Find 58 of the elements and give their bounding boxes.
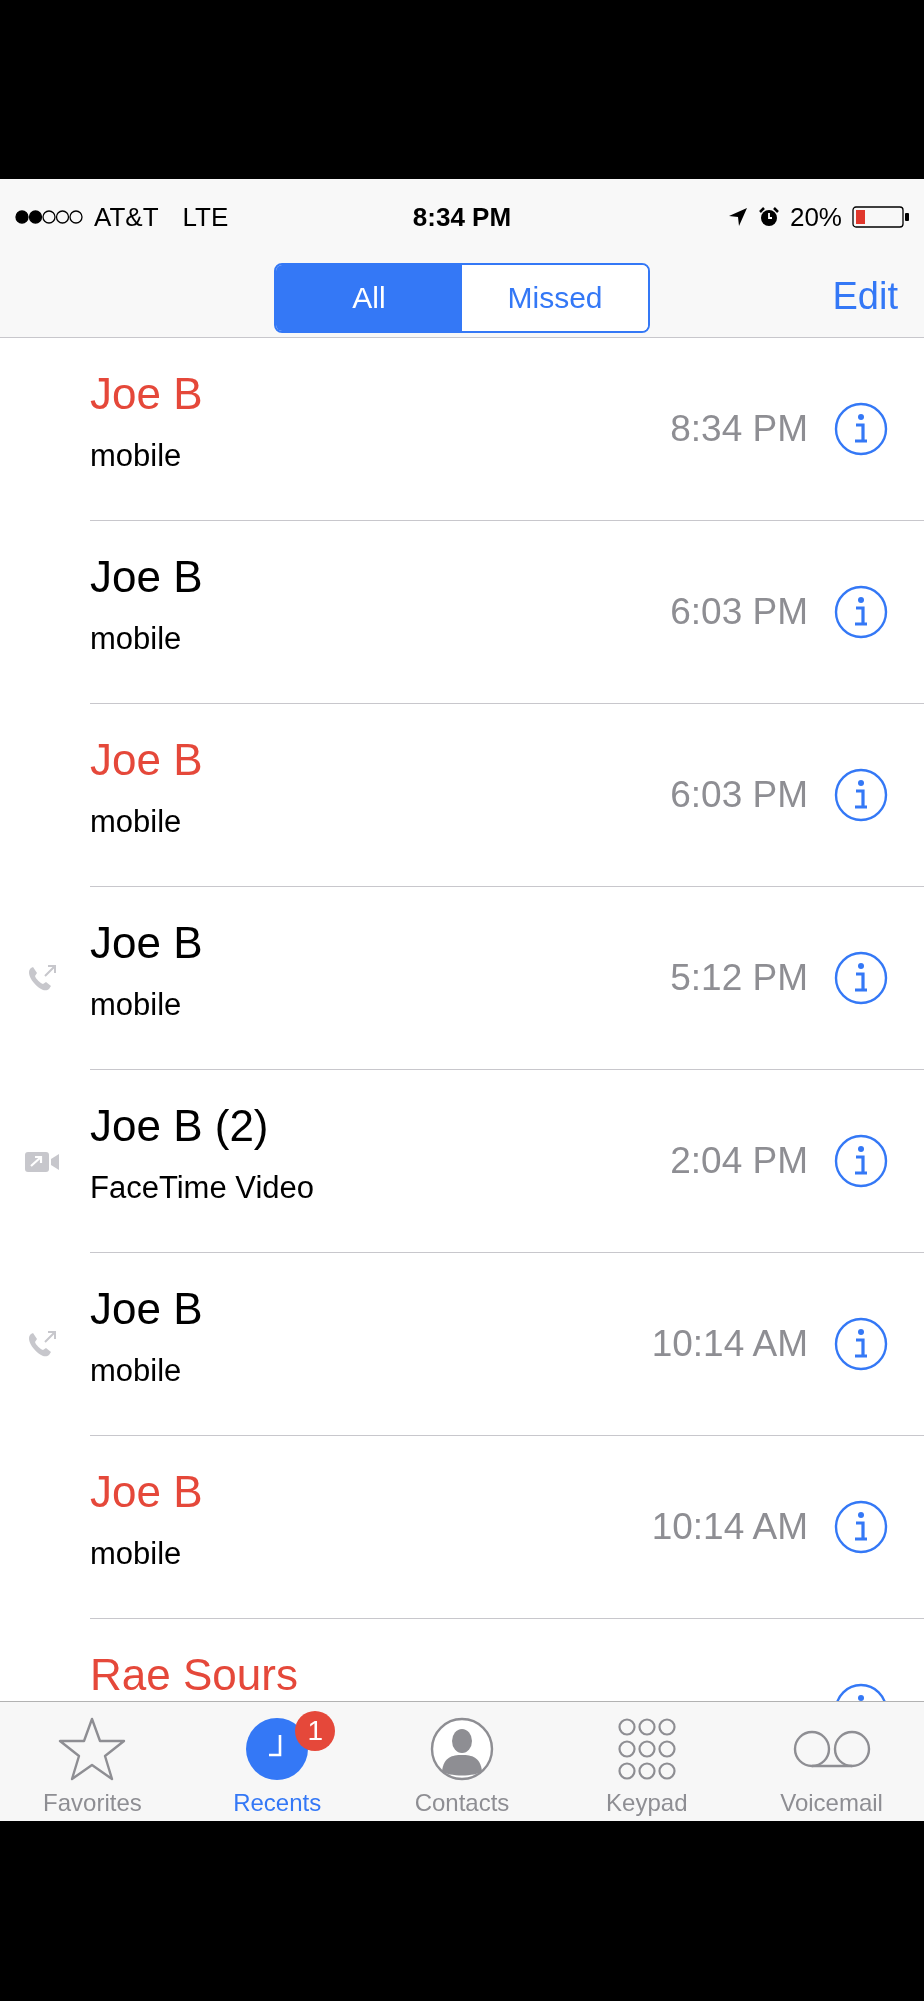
info-icon[interactable] xyxy=(834,1134,888,1188)
info-icon[interactable] xyxy=(834,585,888,639)
call-type-label: mobile xyxy=(90,987,183,1023)
caller-name: Joe B xyxy=(90,1287,204,1331)
call-time: 8:34 PM xyxy=(670,408,808,450)
caller-name: Joe B (2) xyxy=(90,1104,270,1148)
signal-icon xyxy=(14,209,84,225)
call-type-label: mobile xyxy=(90,804,183,840)
call-row[interactable]: Joe B (2) FaceTime Video 2:04 PM xyxy=(0,1070,924,1253)
info-icon[interactable] xyxy=(834,768,888,822)
outgoing-video-icon xyxy=(24,1150,60,1173)
contact-silhouette-icon xyxy=(430,1717,494,1781)
call-time: 2:04 PM xyxy=(670,1140,808,1182)
call-time: 10:14 AM xyxy=(651,1506,808,1548)
battery-icon xyxy=(852,206,910,228)
location-arrow-icon xyxy=(727,207,748,227)
info-icon[interactable] xyxy=(834,1500,888,1554)
carrier-name: AT&T xyxy=(94,201,159,233)
caller-name: Joe B xyxy=(90,921,204,965)
tab-bar-item[interactable]: 1 Recents xyxy=(184,1702,370,1821)
caller-name: Rae Sours xyxy=(90,1653,299,1697)
call-type-label: FaceTime Video xyxy=(90,1170,315,1206)
star-icon xyxy=(57,1716,128,1782)
notification-badge: 1 xyxy=(295,1711,336,1751)
call-time: 6:03 PM xyxy=(670,774,808,816)
caller-name: Joe B xyxy=(90,555,204,599)
call-row[interactable]: Joe B mobile 10:14 AM xyxy=(0,1253,924,1436)
edit-button[interactable]: Edit xyxy=(832,274,898,318)
call-type-label: mobile xyxy=(90,1353,183,1389)
caller-name: Joe B xyxy=(90,1470,204,1514)
segment-tab[interactable]: Missed xyxy=(462,265,648,331)
caller-name: Joe B xyxy=(90,372,204,416)
alarm-clock-icon xyxy=(757,206,780,228)
info-icon[interactable] xyxy=(834,402,888,456)
tab-bar-item[interactable]: Contacts xyxy=(369,1702,555,1821)
call-row[interactable]: Joe B mobile 5:12 PM xyxy=(0,887,924,1070)
clock-icon xyxy=(245,1717,310,1781)
call-type-label: mobile xyxy=(90,621,183,657)
network-type: LTE xyxy=(182,201,229,233)
caller-name: Joe B xyxy=(90,738,204,782)
call-type-label: mobile xyxy=(90,438,183,474)
call-time: 5:12 PM xyxy=(670,957,808,999)
call-row[interactable]: Joe B mobile 6:03 PM xyxy=(0,704,924,887)
tab-bar-item[interactable]: Keypad xyxy=(554,1702,740,1821)
tab-bar-item[interactable]: Voicemail xyxy=(739,1702,924,1821)
info-icon[interactable] xyxy=(834,951,888,1005)
call-type-label: mobile xyxy=(90,1536,183,1572)
segment-tab[interactable]: All xyxy=(276,265,462,331)
tab-bar-item[interactable]: Favorites xyxy=(0,1702,185,1821)
call-time: 6:03 PM xyxy=(670,591,808,633)
battery-percent: 20% xyxy=(789,201,842,233)
call-row[interactable]: Joe B mobile 8:34 PM xyxy=(0,338,924,521)
call-row[interactable]: Joe B mobile 10:14 AM xyxy=(0,1436,924,1619)
status-time: 8:34 PM xyxy=(412,201,512,233)
info-icon[interactable] xyxy=(834,1317,888,1371)
call-time: 10:14 AM xyxy=(651,1323,808,1365)
voicemail-icon xyxy=(791,1729,872,1769)
call-row[interactable]: Joe B mobile 6:03 PM xyxy=(0,521,924,704)
